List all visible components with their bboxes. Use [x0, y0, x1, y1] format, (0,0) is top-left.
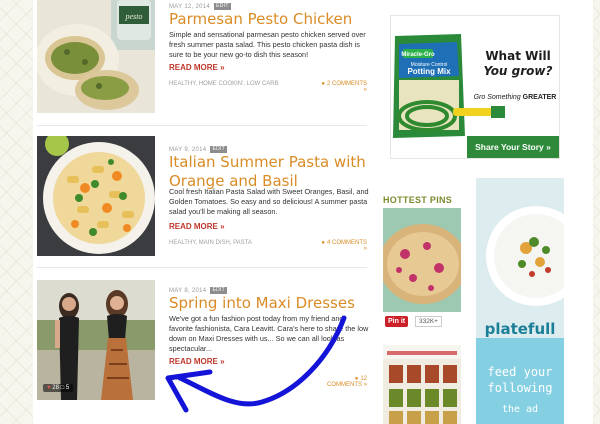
miracle-gro-ad[interactable]: Miracle-Gro Moisture Control Potting Mix…: [390, 15, 560, 159]
pin-image-jars[interactable]: [383, 345, 461, 424]
edit-link[interactable]: EDIT: [210, 287, 228, 294]
comment-icon: □: [60, 385, 65, 391]
post-categories[interactable]: ENDS: [169, 376, 186, 382]
thumbnail-stats-overlay: ♥ 28 □ 5: [43, 384, 74, 392]
pin-count: 332K+: [415, 316, 442, 327]
comments-text: 12 COMMENTS »: [326, 376, 367, 388]
post-excerpt: We've got a fun fashion post today from …: [169, 314, 369, 353]
ad-headline-line2: You grow?: [483, 64, 553, 78]
post-divider: [37, 267, 367, 268]
main-content-area: pesto MAY 12, 2014 EDIT Parmesan Pesto Ch…: [33, 0, 593, 424]
comment-bubble-icon: ●: [321, 240, 325, 246]
double-chevron-right-icon: »: [546, 142, 551, 152]
ad-headline: What Will You grow?: [479, 49, 557, 79]
comment-bubble-icon: ●: [321, 81, 325, 87]
platefull-logo: platefull: [484, 320, 556, 338]
food-plate-image: [486, 206, 564, 306]
comments-link[interactable]: ● 4 COMMENTS »: [319, 240, 367, 252]
post-thumbnail-maxi-dresses[interactable]: ♥ 28 □ 5: [37, 280, 155, 400]
read-more-link[interactable]: READ MORE »: [169, 222, 225, 231]
edit-link[interactable]: EDIT: [210, 146, 228, 153]
post-excerpt: Cool fresh Italian Pasta Salad with Swee…: [169, 187, 369, 216]
post-title[interactable]: Italian Summer Pasta with Orange and Bas…: [169, 153, 375, 191]
comments-text: 2 COMMENTS »: [326, 81, 367, 93]
platefull-line3: the ad: [501, 404, 539, 415]
share-your-story-label: Share Your Story: [475, 142, 544, 152]
ad-tagline-pre: Gro Something: [473, 94, 521, 101]
read-more-link[interactable]: READ MORE »: [169, 63, 225, 72]
post-title[interactable]: Parmesan Pesto Chicken: [169, 10, 375, 29]
read-more-link[interactable]: READ MORE »: [169, 357, 225, 366]
post-divider: [37, 125, 367, 126]
svg-text:pesto: pesto: [125, 12, 143, 21]
heart-icon: ♥: [47, 385, 51, 391]
ad-tagline-bold: GREATER: [522, 94, 557, 101]
ad-headline-line1: What Will: [485, 49, 551, 63]
edit-link[interactable]: EDIT: [214, 3, 231, 10]
post-title[interactable]: Spring into Maxi Dresses: [169, 294, 375, 313]
post-excerpt: Simple and sensational parmesan pesto ch…: [169, 30, 366, 59]
miracle-gro-bag-product-line2: Potting Mix: [407, 67, 451, 76]
platefull-line1: feed your: [487, 365, 553, 379]
comments-text: 4 COMMENTS »: [326, 240, 367, 252]
post-categories[interactable]: HEALTHY, HOME COOKIN', LOW CARB: [169, 81, 279, 87]
post-categories[interactable]: HEALTHY, MAIN DISH, PASTA: [169, 240, 252, 246]
post-thumbnail-summer-pasta[interactable]: [37, 136, 155, 256]
comments-link[interactable]: ● 12 COMMENTS »: [319, 376, 367, 388]
miracle-gro-bag-brand: Miracle-Gro: [401, 52, 435, 58]
share-your-story-button[interactable]: Share Your Story »: [467, 137, 559, 157]
comment-count: 5: [65, 385, 70, 391]
pin-image-cake[interactable]: [383, 208, 461, 312]
platefull-tagline: feed your following the ad: [476, 364, 564, 418]
hottest-pins-title: HOTTEST PINS: [383, 195, 453, 205]
ad-tagline: Gro Something GREATER: [471, 94, 559, 101]
likes-count: 28: [52, 385, 59, 391]
comments-link[interactable]: ● 2 COMMENTS »: [319, 81, 367, 93]
platefull-ad[interactable]: platefull feed your following the ad: [476, 178, 564, 424]
post-thumbnail-pesto-chicken[interactable]: pesto: [37, 0, 155, 113]
platefull-line2: following: [487, 381, 553, 395]
pin-it-button[interactable]: Pin it: [385, 316, 409, 327]
